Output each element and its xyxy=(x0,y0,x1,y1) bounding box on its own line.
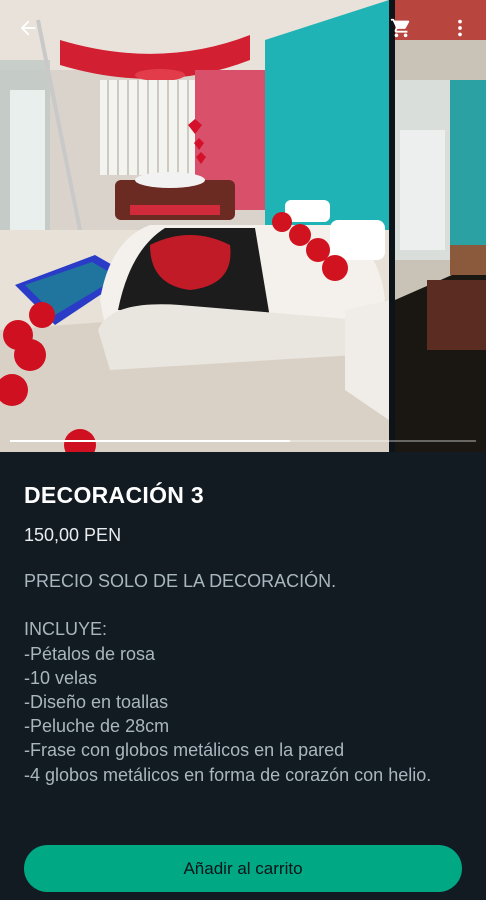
top-bar xyxy=(0,0,486,56)
gallery-progress-fill xyxy=(10,440,290,442)
next-product-photo[interactable] xyxy=(395,0,486,452)
description-line: -Diseño en toallas xyxy=(24,692,169,712)
back-button[interactable] xyxy=(8,8,48,48)
product-photo[interactable] xyxy=(0,0,389,452)
description-line: -Frase con globos metálicos en la pared xyxy=(24,740,345,761)
add-to-cart-button[interactable]: Añadir al carrito xyxy=(24,845,462,892)
product-description: PRECIO SOLO DE LA DECORACIÓN. INCLUYE: -Pé… xyxy=(24,569,464,787)
description-line: -10 velas xyxy=(24,667,98,688)
description-line: -Peluche de 28cm xyxy=(24,716,170,737)
cart-button[interactable] xyxy=(381,8,421,48)
gallery-progress-track xyxy=(10,440,476,442)
image-gallery[interactable] xyxy=(0,0,486,452)
more-vertical-icon xyxy=(458,19,462,37)
more-options-button[interactable] xyxy=(440,8,480,48)
description-line: -Pétalos de rosa xyxy=(24,643,156,664)
description-line: INCLUYE: xyxy=(24,619,108,640)
arrow-left-icon xyxy=(20,20,36,36)
product-price: 150,00 PEN xyxy=(24,525,122,545)
description-line: -4 globos metálicos en forma de corazón … xyxy=(24,764,432,785)
cart-icon xyxy=(390,18,410,38)
description-line: PRECIO SOLO DE LA DECORACIÓN. xyxy=(24,571,337,591)
product-title: DECORACIÓN 3 xyxy=(24,482,204,508)
